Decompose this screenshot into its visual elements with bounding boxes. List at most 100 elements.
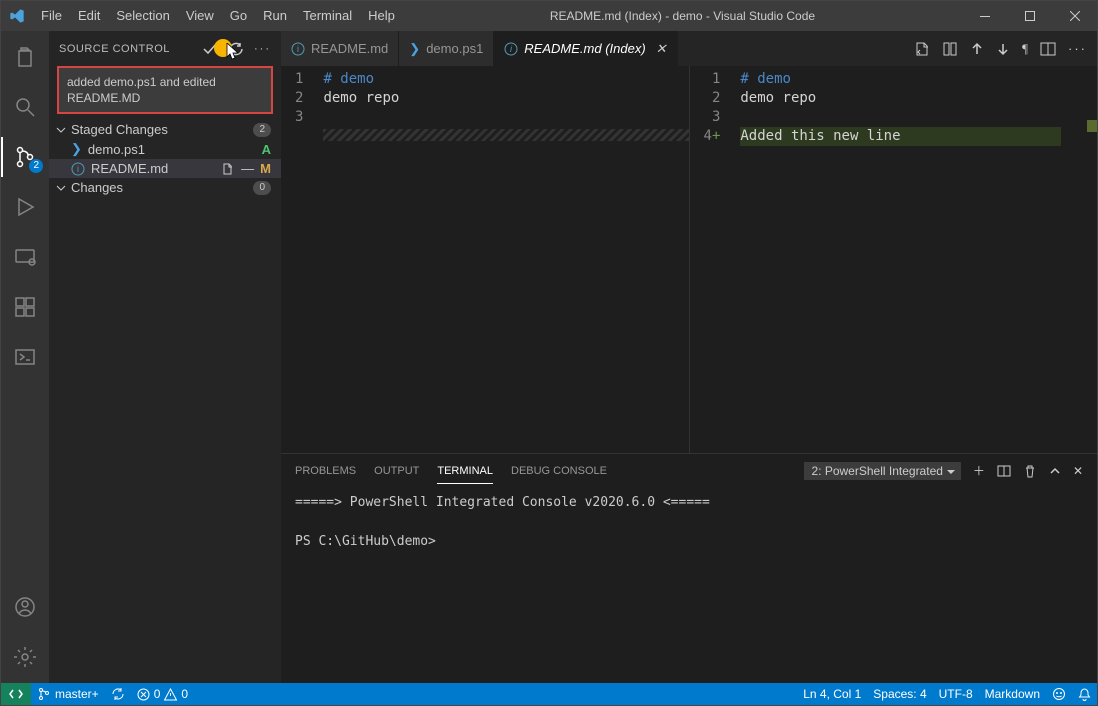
feedback-icon[interactable] bbox=[1052, 687, 1066, 701]
extensions-icon[interactable] bbox=[1, 287, 49, 327]
new-terminal-icon[interactable]: ＋ bbox=[973, 462, 985, 479]
commit-message-highlight-box: added demo.ps1 and edited README.MD bbox=[57, 66, 273, 114]
powershell-file-icon: ❯ bbox=[71, 141, 82, 157]
vscode-logo-icon bbox=[9, 8, 25, 24]
explorer-icon[interactable] bbox=[1, 37, 49, 77]
panel-tab-output[interactable]: OUTPUT bbox=[374, 465, 419, 477]
status-letter: A bbox=[262, 142, 271, 157]
minimize-button[interactable] bbox=[962, 1, 1007, 31]
status-bar: master+ 0 0 Ln 4, Col 1 Spaces: 4 UTF-8 … bbox=[1, 683, 1097, 705]
diff-original-pane[interactable]: 123 # demodemo repo bbox=[281, 66, 689, 453]
whitespace-icon[interactable]: ¶ bbox=[1022, 41, 1028, 57]
activity-bar: 2 bbox=[1, 31, 49, 683]
revert-icon[interactable] bbox=[914, 41, 930, 57]
source-control-icon[interactable]: 2 bbox=[1, 137, 49, 177]
terminal-body[interactable]: =====> PowerShell Integrated Console v20… bbox=[281, 487, 1097, 558]
menu-edit[interactable]: Edit bbox=[70, 1, 108, 31]
tab-label: README.md bbox=[311, 41, 388, 56]
info-file-icon: i bbox=[291, 42, 305, 56]
notifications-icon[interactable] bbox=[1078, 688, 1091, 701]
sync-icon bbox=[111, 687, 125, 701]
staged-file-demo-ps1[interactable]: ❯ demo.ps1 A bbox=[49, 139, 281, 159]
file-name: demo.ps1 bbox=[88, 142, 145, 157]
settings-gear-icon[interactable] bbox=[1, 637, 49, 677]
chevron-down-icon bbox=[55, 182, 67, 194]
info-file-icon: i bbox=[71, 162, 85, 176]
staged-changes-section[interactable]: Staged Changes 2 bbox=[49, 120, 281, 139]
powershell-file-icon: ❯ bbox=[409, 41, 420, 57]
menu-view[interactable]: View bbox=[178, 1, 222, 31]
git-branch-status[interactable]: master+ bbox=[37, 687, 99, 701]
panel-tab-debug-console[interactable]: DEBUG CONSOLE bbox=[511, 465, 607, 477]
branch-name: master+ bbox=[55, 687, 99, 701]
unstage-icon[interactable]: — bbox=[241, 161, 254, 176]
sync-status[interactable] bbox=[111, 687, 125, 701]
tab-readme[interactable]: i README.md bbox=[281, 31, 399, 66]
tab-label: README.md (Index) bbox=[524, 41, 645, 56]
close-panel-icon[interactable]: ✕ bbox=[1073, 464, 1083, 478]
split-editor-icon[interactable] bbox=[1040, 41, 1056, 57]
remote-indicator[interactable] bbox=[1, 683, 31, 705]
panel-tab-terminal[interactable]: TERMINAL bbox=[437, 465, 493, 484]
menu-go[interactable]: Go bbox=[222, 1, 255, 31]
diff-modified-pane[interactable]: 1234+ # demodemo repo Added this new lin… bbox=[689, 66, 1098, 453]
chevron-down-icon bbox=[55, 124, 67, 136]
search-icon[interactable] bbox=[1, 87, 49, 127]
svg-text:i: i bbox=[77, 164, 79, 174]
problems-status[interactable]: 0 0 bbox=[137, 687, 188, 701]
warning-icon bbox=[164, 688, 177, 701]
menu-run[interactable]: Run bbox=[255, 1, 295, 31]
warning-count: 0 bbox=[181, 687, 188, 701]
kill-terminal-icon[interactable] bbox=[1023, 464, 1037, 478]
sidebar-title: SOURCE CONTROL bbox=[59, 43, 170, 55]
changes-label: Changes bbox=[71, 180, 123, 195]
cursor-position[interactable]: Ln 4, Col 1 bbox=[803, 687, 861, 701]
editor-tabs: i README.md ❯ demo.ps1 i README.md (Inde… bbox=[281, 31, 1097, 66]
open-file-icon[interactable] bbox=[221, 162, 235, 176]
next-change-icon[interactable] bbox=[996, 42, 1010, 56]
powershell-icon[interactable] bbox=[1, 337, 49, 377]
indentation-status[interactable]: Spaces: 4 bbox=[873, 687, 926, 701]
minimap[interactable] bbox=[1061, 66, 1097, 453]
close-tab-icon[interactable]: ✕ bbox=[656, 41, 667, 57]
source-control-sidebar: SOURCE CONTROL ··· added demo.ps1 and ed… bbox=[49, 31, 281, 683]
window-title: README.md (Index) - demo - Visual Studio… bbox=[403, 9, 962, 23]
changes-section[interactable]: Changes 0 bbox=[49, 178, 281, 197]
split-terminal-icon[interactable] bbox=[997, 464, 1011, 478]
git-branch-icon bbox=[37, 687, 51, 701]
bottom-panel: PROBLEMS OUTPUT TERMINAL DEBUG CONSOLE 2… bbox=[281, 453, 1097, 683]
menu-selection[interactable]: Selection bbox=[108, 1, 177, 31]
encoding-status[interactable]: UTF-8 bbox=[939, 687, 973, 701]
maximize-button[interactable] bbox=[1007, 1, 1052, 31]
panel-tab-problems[interactable]: PROBLEMS bbox=[295, 465, 356, 477]
remote-explorer-icon[interactable] bbox=[1, 237, 49, 277]
close-window-button[interactable] bbox=[1052, 1, 1097, 31]
editor-more-icon[interactable]: ··· bbox=[1068, 41, 1087, 56]
swap-icon[interactable] bbox=[942, 41, 958, 57]
file-name: README.md bbox=[91, 161, 168, 176]
status-letter: M bbox=[260, 161, 271, 176]
tab-readme-index[interactable]: i README.md (Index) ✕ bbox=[494, 31, 677, 66]
error-icon bbox=[137, 688, 150, 701]
staged-changes-label: Staged Changes bbox=[71, 122, 168, 137]
scm-badge: 2 bbox=[29, 159, 43, 173]
tab-demo-ps1[interactable]: ❯ demo.ps1 bbox=[399, 31, 494, 66]
menu-file[interactable]: File bbox=[33, 1, 70, 31]
more-actions-icon[interactable]: ··· bbox=[254, 43, 271, 55]
staged-count: 2 bbox=[253, 123, 271, 137]
staged-file-readme[interactable]: i README.md — M bbox=[49, 159, 281, 178]
error-count: 0 bbox=[154, 687, 161, 701]
language-mode-status[interactable]: Markdown bbox=[985, 687, 1040, 701]
menu-help[interactable]: Help bbox=[360, 1, 403, 31]
menu-terminal[interactable]: Terminal bbox=[295, 1, 360, 31]
terminal-selector[interactable]: 2: PowerShell Integrated bbox=[804, 462, 961, 480]
run-debug-icon[interactable] bbox=[1, 187, 49, 227]
maximize-panel-icon[interactable] bbox=[1049, 465, 1061, 477]
accounts-icon[interactable] bbox=[1, 587, 49, 627]
svg-text:i: i bbox=[297, 44, 299, 54]
commit-message-input[interactable]: added demo.ps1 and edited README.MD bbox=[59, 68, 271, 112]
title-bar: File Edit Selection View Go Run Terminal… bbox=[1, 1, 1097, 31]
changes-count: 0 bbox=[253, 181, 271, 195]
menu-bar: File Edit Selection View Go Run Terminal… bbox=[33, 1, 403, 31]
prev-change-icon[interactable] bbox=[970, 42, 984, 56]
